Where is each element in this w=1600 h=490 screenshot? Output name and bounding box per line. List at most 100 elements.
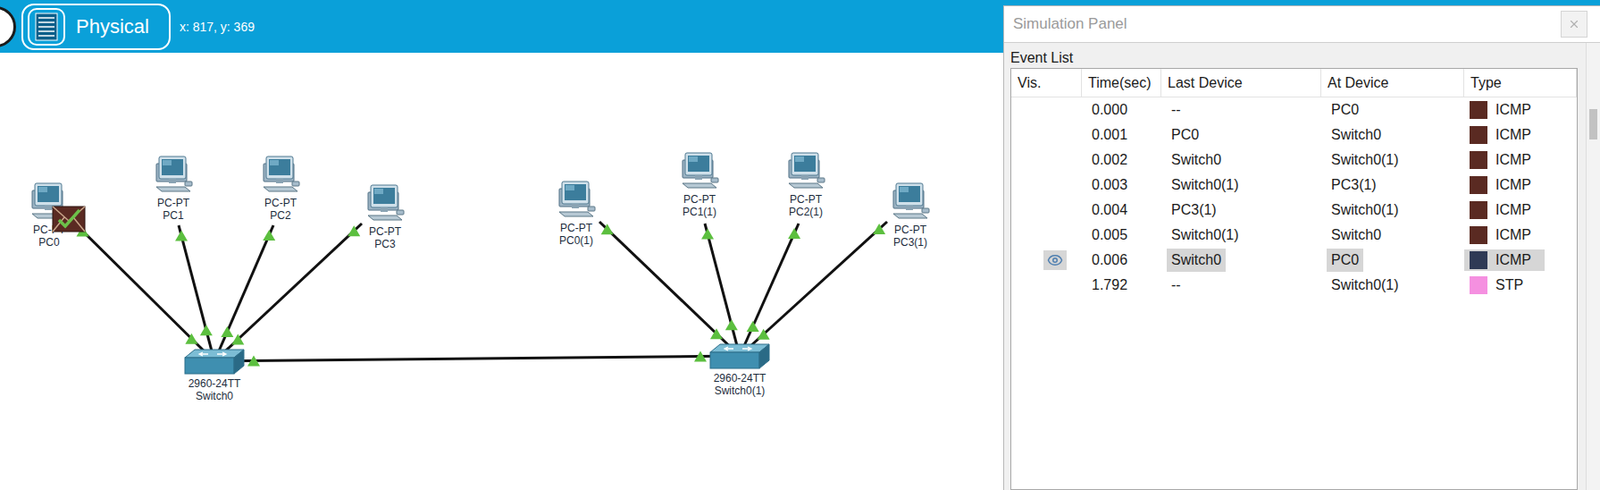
vis-cell[interactable] — [1011, 222, 1082, 248]
last-device-text: Switch0(1) — [1166, 173, 1244, 197]
link-status-icon — [262, 229, 276, 241]
type-cell: STP — [1464, 274, 1545, 296]
device-name: Switch0(1) — [714, 385, 766, 396]
close-button[interactable] — [1560, 10, 1588, 38]
cursor-coordinates: x: 817, y: 369 — [179, 19, 255, 34]
packet-tracer-window: Physicalx: 817, y: 369PC-PTPC0PC-PTPC1PC… — [0, 0, 1600, 490]
pc-node[interactable]: PC-PTPC1 — [133, 154, 214, 221]
switch-icon — [708, 340, 771, 371]
event-row[interactable]: 1.792--Switch0(1)STP — [1011, 272, 1577, 298]
link-status-icon — [701, 228, 714, 240]
last-device-cell: -- — [1161, 97, 1322, 123]
pc-node[interactable]: PC-PTPC3(1) — [870, 181, 951, 248]
pc-icon — [150, 154, 196, 196]
column-header[interactable]: Type — [1464, 68, 1577, 98]
last-device-text: PC3(1) — [1166, 198, 1222, 222]
device-model: 2960-24TT — [188, 377, 242, 389]
switch-icon — [183, 345, 246, 377]
link[interactable] — [599, 221, 740, 356]
pc-node[interactable]: PC-PTPC0(1) — [536, 179, 617, 246]
pc-node[interactable]: PC-PTPC2(1) — [765, 150, 847, 218]
link[interactable] — [175, 225, 215, 361]
vis-cell[interactable] — [1011, 122, 1082, 148]
link-status-icon — [175, 230, 188, 242]
last-device-text: -- — [1166, 273, 1186, 297]
device-model: PC-PT — [157, 197, 190, 209]
column-header[interactable]: Vis. — [1011, 68, 1082, 98]
column-header[interactable]: Time(sec) — [1081, 68, 1162, 98]
time-text: 0.004 — [1087, 198, 1132, 222]
link-status-icon — [220, 326, 234, 337]
type-color-swatch — [1469, 100, 1488, 119]
column-header[interactable]: At Device — [1321, 68, 1465, 98]
device-model: PC-PT — [894, 224, 927, 235]
pc-node[interactable]: PC-PTPC3 — [344, 183, 426, 250]
at-device-text: Switch0(1) — [1326, 273, 1404, 297]
vis-cell[interactable] — [1011, 147, 1082, 173]
time-text: 0.001 — [1087, 123, 1132, 147]
scrollbar-thumb[interactable] — [1589, 108, 1598, 140]
eye-icon[interactable] — [1043, 250, 1067, 270]
link[interactable] — [739, 221, 888, 356]
column-header[interactable]: Last Device — [1161, 68, 1322, 98]
time-text: 0.005 — [1087, 223, 1132, 247]
link[interactable] — [214, 223, 362, 361]
link-status-icon — [694, 350, 707, 361]
link-status-icon — [710, 327, 723, 339]
event-row[interactable]: 0.000--PC0ICMP — [1011, 97, 1577, 123]
last-device-cell: -- — [1161, 272, 1322, 298]
pc-node[interactable]: PC-PTPC1(1) — [659, 150, 740, 218]
at-device-text: PC0 — [1326, 248, 1364, 272]
type-color-swatch — [1469, 125, 1488, 144]
pdu-envelope-icon[interactable] — [51, 205, 86, 233]
physical-mode-button[interactable]: Physical — [21, 3, 171, 51]
event-row[interactable]: 0.005Switch0(1)Switch0ICMP — [1011, 222, 1577, 248]
vis-cell[interactable] — [1011, 247, 1082, 273]
type-text: ICMP — [1495, 226, 1532, 243]
vis-cell[interactable] — [1011, 97, 1082, 123]
type-cell: ICMP — [1464, 249, 1545, 271]
event-row[interactable]: 0.006Switch0PC0ICMP — [1011, 247, 1577, 273]
link[interactable] — [214, 225, 276, 361]
at-device-cell: PC0 — [1321, 97, 1465, 123]
pc-icon — [362, 183, 408, 225]
type-cell: ICMP — [1464, 199, 1545, 221]
event-row[interactable]: 0.002Switch0Switch0(1)ICMP — [1011, 147, 1577, 173]
event-row[interactable]: 0.004 PC3(1) Switch0(1) ICMP — [1011, 197, 1577, 223]
last-device-text: Switch0 — [1166, 148, 1226, 172]
last-device-cell: PC0 — [1161, 122, 1322, 148]
panel-title-bar[interactable]: Simulation Panel — [1004, 6, 1600, 43]
pc-icon — [887, 181, 933, 223]
link-status-icon — [601, 223, 614, 235]
device-name: PC3(1) — [893, 236, 928, 248]
device-model: PC-PT — [683, 193, 716, 205]
device-name: PC3 — [374, 238, 395, 250]
link[interactable] — [701, 223, 740, 356]
logical-button[interactable] — [0, 6, 17, 48]
event-row[interactable]: 0.003Switch0(1)PC3(1)ICMP — [1011, 172, 1577, 198]
device-model: PC-PT — [368, 226, 402, 237]
link[interactable] — [739, 223, 801, 356]
time-text: 0.003 — [1087, 173, 1132, 197]
vis-cell[interactable] — [1011, 172, 1082, 198]
pc-node[interactable]: PC-PTPC2 — [240, 154, 321, 221]
type-text: ICMP — [1495, 176, 1532, 193]
last-device-text: Switch0(1) — [1166, 223, 1244, 247]
device-name: PC2 — [269, 209, 291, 221]
link[interactable] — [75, 223, 215, 361]
switch-node[interactable]: 2960-24TTSwitch0(1) — [699, 340, 780, 396]
type-text: ICMP — [1495, 201, 1532, 218]
event-row[interactable]: 0.001PC0Switch0ICMP — [1011, 122, 1577, 148]
device-name: PC0(1) — [559, 234, 594, 246]
last-device-cell: Switch0 — [1161, 147, 1322, 173]
vis-cell[interactable] — [1011, 197, 1082, 223]
type-text: ICMP — [1495, 151, 1532, 168]
link[interactable] — [214, 350, 740, 366]
at-device-cell: Switch0(1) — [1321, 272, 1465, 298]
panel-scrollbar[interactable] — [1585, 42, 1600, 490]
at-device-text: Switch0(1) — [1326, 198, 1404, 222]
switch-node[interactable]: 2960-24TTSwitch0 — [174, 345, 255, 402]
time-cell: 0.002 — [1081, 147, 1162, 173]
type-cell: ICMP — [1464, 224, 1545, 246]
vis-cell[interactable] — [1011, 272, 1082, 298]
